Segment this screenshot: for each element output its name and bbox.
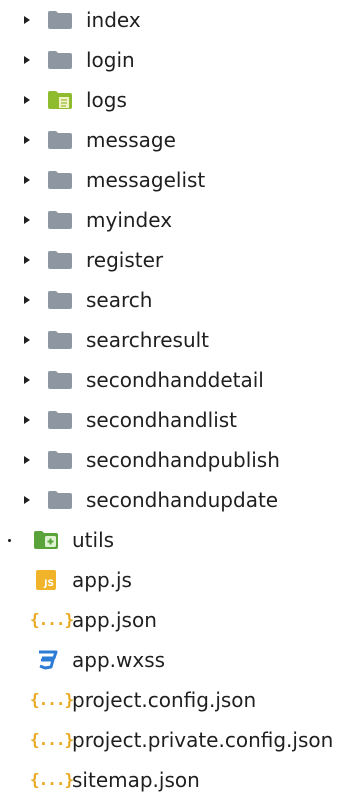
folder-icon <box>48 251 72 269</box>
folder-row-logs[interactable]: logs <box>0 80 340 120</box>
folder-row-secondhandlist[interactable]: secondhandlist <box>0 400 340 440</box>
js-file-icon: JS <box>36 570 56 590</box>
file-row-project-config-json[interactable]: {...} project.config.json <box>0 680 340 720</box>
json-file-icon: {...} <box>30 610 74 629</box>
file-label: project.private.config.json <box>72 728 334 752</box>
folder-label: index <box>86 8 141 32</box>
file-row-app-wxss[interactable]: app.wxss <box>0 640 340 680</box>
chevron-right-icon[interactable] <box>24 336 30 344</box>
chevron-right-icon[interactable] <box>24 96 30 104</box>
chevron-right-icon[interactable] <box>24 56 30 64</box>
folder-icon <box>48 171 72 189</box>
chevron-right-icon[interactable] <box>24 376 30 384</box>
chevron-right-icon[interactable] <box>24 176 30 184</box>
utils-folder-icon <box>34 531 58 549</box>
folder-row-secondhanddetail[interactable]: secondhanddetail <box>0 360 340 400</box>
folder-label: search <box>86 288 153 312</box>
json-file-icon: {...} <box>30 770 74 789</box>
folder-row-search[interactable]: search <box>0 280 340 320</box>
chevron-right-icon[interactable] <box>24 256 30 264</box>
chevron-right-icon[interactable] <box>24 496 30 504</box>
file-label: app.js <box>72 568 132 592</box>
folder-row-secondhandupdate[interactable]: secondhandupdate <box>0 480 340 520</box>
folder-icon <box>48 11 72 29</box>
folder-icon <box>48 291 72 309</box>
file-label: app.wxss <box>72 648 166 672</box>
folder-row-searchresult[interactable]: searchresult <box>0 320 340 360</box>
folder-icon <box>48 451 72 469</box>
chevron-right-icon[interactable] <box>24 136 30 144</box>
json-file-icon: {...} <box>30 690 74 709</box>
folder-label: secondhandpublish <box>86 448 280 472</box>
folder-label: login <box>86 48 135 72</box>
chevron-right-icon[interactable] <box>24 216 30 224</box>
folder-label: messagelist <box>86 168 206 192</box>
file-row-app-json[interactable]: {...} app.json <box>0 600 340 640</box>
collapse-indicator-icon[interactable] <box>8 539 11 542</box>
folder-row-message[interactable]: message <box>0 120 340 160</box>
file-label: app.json <box>72 608 157 632</box>
folder-label: utils <box>72 528 115 552</box>
folder-row-messagelist[interactable]: messagelist <box>0 160 340 200</box>
file-row-app-js[interactable]: JS app.js <box>0 560 340 600</box>
file-label: sitemap.json <box>72 768 200 792</box>
folder-row-utils[interactable]: utils <box>0 520 340 560</box>
chevron-right-icon[interactable] <box>24 16 30 24</box>
chevron-right-icon[interactable] <box>24 416 30 424</box>
folder-label: myindex <box>86 208 173 232</box>
file-row-sitemap-json[interactable]: {...} sitemap.json <box>0 760 340 800</box>
folder-row-login[interactable]: login <box>0 40 340 80</box>
chevron-right-icon[interactable] <box>24 296 30 304</box>
folder-icon <box>48 211 72 229</box>
folder-label: secondhanddetail <box>86 368 264 392</box>
folder-icon <box>48 131 72 149</box>
file-row-project-private-config-json[interactable]: {...} project.private.config.json <box>0 720 340 760</box>
folder-icon <box>48 411 72 429</box>
folder-icon <box>48 491 72 509</box>
folder-label: secondhandlist <box>86 408 238 432</box>
chevron-right-icon[interactable] <box>24 456 30 464</box>
folder-label: searchresult <box>86 328 210 352</box>
folder-label: message <box>86 128 176 152</box>
css-file-icon <box>39 650 58 670</box>
file-label: project.config.json <box>72 688 257 712</box>
folder-label: secondhandupdate <box>86 488 279 512</box>
logs-folder-icon <box>48 91 72 109</box>
folder-row-myindex[interactable]: myindex <box>0 200 340 240</box>
folder-icon <box>48 331 72 349</box>
folder-label: logs <box>86 88 127 112</box>
folder-row-index[interactable]: index <box>0 0 340 40</box>
json-file-icon: {...} <box>30 730 74 749</box>
folder-row-secondhandpublish[interactable]: secondhandpublish <box>0 440 340 480</box>
folder-icon <box>48 371 72 389</box>
folder-row-register[interactable]: register <box>0 240 340 280</box>
folder-icon <box>48 51 72 69</box>
folder-label: register <box>86 248 164 272</box>
